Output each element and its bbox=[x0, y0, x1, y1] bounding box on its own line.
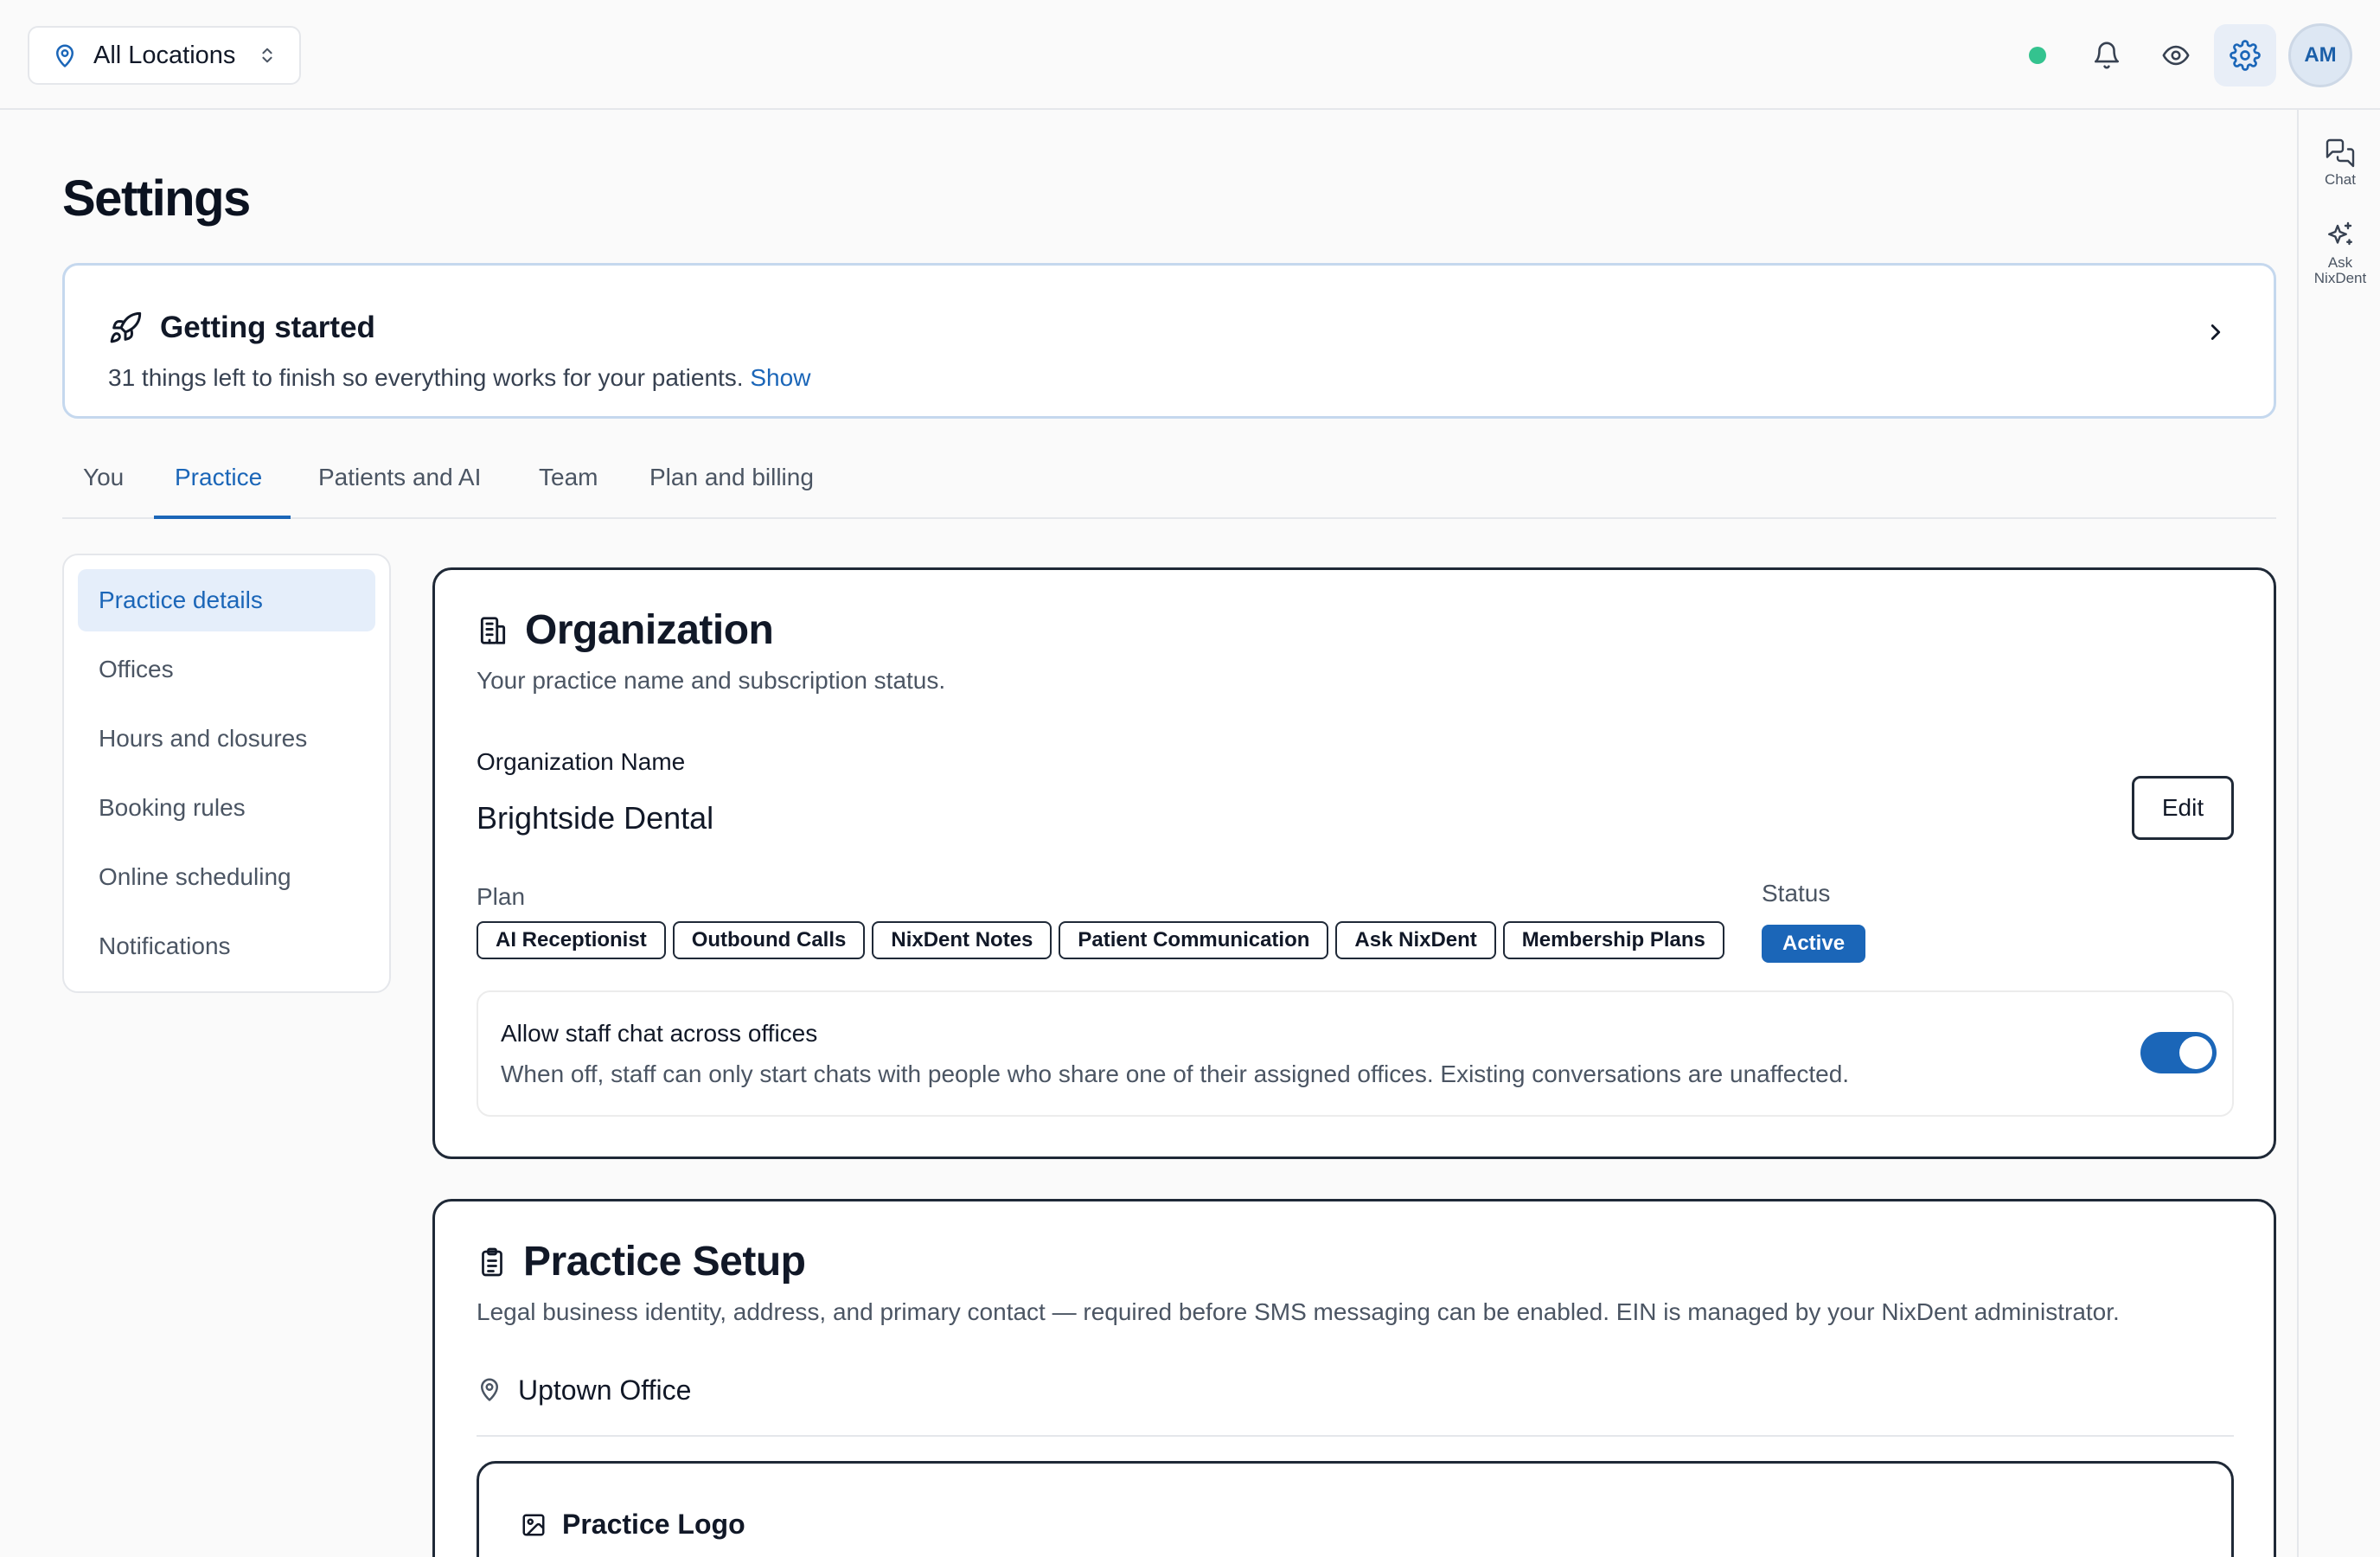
edit-organization-button[interactable]: Edit bbox=[2132, 776, 2234, 840]
office-name: Uptown Office bbox=[518, 1374, 692, 1406]
chat-icon bbox=[2299, 138, 2380, 169]
building-icon bbox=[477, 614, 509, 647]
show-link[interactable]: Show bbox=[750, 364, 810, 391]
pin-icon bbox=[52, 42, 78, 68]
chat-rail-label: Chat bbox=[2325, 171, 2356, 188]
plan-chip: Patient Communication bbox=[1059, 921, 1329, 959]
plan-chip: AI Receptionist bbox=[477, 921, 666, 959]
location-selector[interactable]: All Locations bbox=[28, 26, 301, 85]
ask-rail-label-1: Ask bbox=[2327, 254, 2353, 271]
updown-chevron-icon bbox=[258, 44, 277, 67]
image-icon bbox=[521, 1512, 547, 1538]
tab-patients-and-ai[interactable]: Patients and AI bbox=[318, 464, 481, 519]
plan-chip: Membership Plans bbox=[1502, 921, 1724, 959]
getting-started-subtitle: 31 things left to finish so everything w… bbox=[108, 364, 810, 392]
preview-button[interactable] bbox=[2145, 24, 2207, 86]
top-bar: All Locations AM bbox=[0, 0, 2380, 110]
getting-started-text: 31 things left to finish so everything w… bbox=[108, 364, 744, 391]
tab-plan-and-billing[interactable]: Plan and billing bbox=[649, 464, 814, 519]
organization-card: Organization Your practice name and subs… bbox=[432, 567, 2276, 1159]
staff-chat-description: When off, staff can only start chats wit… bbox=[501, 1060, 1850, 1087]
organization-name-value: Brightside Dental bbox=[477, 800, 714, 836]
sidenav-item-booking-rules[interactable]: Booking rules bbox=[78, 777, 375, 839]
organization-name-label: Organization Name bbox=[477, 748, 686, 775]
organization-heading: Organization bbox=[477, 606, 774, 654]
sidenav-item-hours-and-closures[interactable]: Hours and closures bbox=[78, 708, 375, 770]
ask-nixdent-rail-button[interactable]: Ask NixDent bbox=[2299, 221, 2380, 286]
plan-chip: Outbound Calls bbox=[672, 921, 866, 959]
plan-chips: AI Receptionist Outbound Calls NixDent N… bbox=[477, 921, 1724, 959]
sidenav-item-practice-details[interactable]: Practice details bbox=[78, 569, 375, 631]
practice-sidenav: Practice details Offices Hours and closu… bbox=[62, 554, 391, 993]
staff-chat-toggle[interactable] bbox=[2140, 1032, 2217, 1073]
tab-practice[interactable]: Practice bbox=[175, 464, 262, 519]
chevron-right-icon[interactable] bbox=[2203, 319, 2229, 349]
practice-logo-heading: Practice Logo bbox=[521, 1509, 745, 1541]
online-status-dot bbox=[2029, 47, 2046, 64]
practice-setup-title: Practice Setup bbox=[523, 1239, 806, 1285]
practice-logo-card: Practice Logo bbox=[477, 1461, 2234, 1557]
plan-label: Plan bbox=[477, 883, 526, 910]
sidenav-item-online-scheduling[interactable]: Online scheduling bbox=[78, 846, 375, 908]
staff-chat-setting: Allow staff chat across offices When off… bbox=[477, 990, 2234, 1117]
location-label: All Locations bbox=[93, 41, 236, 69]
plan-chip: Ask NixDent bbox=[1335, 921, 1496, 959]
status-label: Status bbox=[1762, 880, 1831, 907]
practice-setup-heading: Practice Setup bbox=[477, 1238, 806, 1285]
getting-started-heading: Getting started bbox=[108, 311, 375, 345]
right-rail: Chat Ask NixDent bbox=[2297, 110, 2380, 1557]
page-title: Settings bbox=[62, 170, 251, 227]
plan-chip: NixDent Notes bbox=[872, 921, 1052, 959]
tab-team[interactable]: Team bbox=[539, 464, 598, 519]
rocket-icon bbox=[108, 311, 143, 345]
active-tab-indicator bbox=[154, 516, 291, 519]
sparkles-icon bbox=[2299, 221, 2380, 252]
office-section-header: Uptown Office bbox=[477, 1374, 2234, 1437]
practice-setup-card: Practice Setup Legal business identity, … bbox=[432, 1199, 2276, 1557]
staff-chat-title: Allow staff chat across offices bbox=[501, 1020, 818, 1047]
practice-logo-title: Practice Logo bbox=[562, 1509, 745, 1540]
settings-button[interactable] bbox=[2214, 24, 2276, 86]
chat-rail-button[interactable]: Chat bbox=[2299, 138, 2380, 188]
practice-setup-description: Legal business identity, address, and pr… bbox=[477, 1298, 2120, 1325]
eye-icon bbox=[2161, 41, 2191, 70]
clipboard-icon bbox=[477, 1246, 508, 1278]
toggle-knob bbox=[2179, 1036, 2212, 1069]
ask-rail-label-2: NixDent bbox=[2313, 270, 2367, 286]
bell-icon bbox=[2092, 41, 2121, 70]
sidenav-item-notifications[interactable]: Notifications bbox=[78, 915, 375, 977]
gear-icon bbox=[2230, 40, 2261, 71]
getting-started-card[interactable]: Getting started 31 things left to finish… bbox=[62, 263, 2276, 419]
notifications-button[interactable] bbox=[2076, 24, 2138, 86]
settings-tabs: You Practice Patients and AI Team Plan a… bbox=[62, 457, 2276, 519]
sidenav-item-offices[interactable]: Offices bbox=[78, 638, 375, 701]
status-badge: Active bbox=[1762, 925, 1866, 963]
organization-description: Your practice name and subscription stat… bbox=[477, 667, 946, 694]
getting-started-title: Getting started bbox=[160, 311, 375, 344]
pin-icon bbox=[477, 1376, 502, 1402]
user-avatar[interactable]: AM bbox=[2288, 23, 2352, 87]
organization-title: Organization bbox=[525, 607, 774, 653]
tab-you[interactable]: You bbox=[83, 464, 124, 519]
